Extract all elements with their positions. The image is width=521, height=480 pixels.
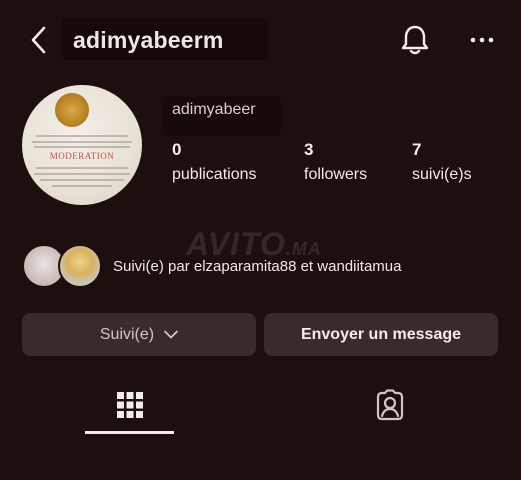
notifications-button[interactable] [397,22,433,58]
stat-publications: 0 publications [172,140,257,184]
watermark-suffix: .MA [285,239,322,259]
stat-label: followers [304,166,368,183]
profile-username: adimyabeerm [73,27,224,53]
followed-by-text[interactable]: Suivi(e) par elzaparamita88 et wandiitam… [113,258,401,275]
send-message-button[interactable]: Envoyer un message [264,313,498,356]
stat-following[interactable]: 7 suivi(e)s [412,140,472,184]
mutual-followers-avatars[interactable] [22,244,104,290]
certificate-title: MODERATION [49,151,115,161]
profile-display-name: adimyabeer [172,101,256,118]
certificate-line [52,185,112,187]
send-message-label: Envoyer un message [300,325,462,343]
certificate-line [40,179,124,181]
ellipsis-horizontal-icon [470,37,494,43]
bell-icon [401,25,429,55]
stat-value: 7 [412,140,422,159]
grid-icon [117,392,143,418]
stat-followers[interactable]: 3 followers [304,140,367,184]
chevron-down-icon [164,326,179,344]
tab-tagged[interactable] [360,384,420,426]
tagged-person-icon [376,389,404,421]
stat-value: 3 [304,140,314,159]
profile-avatar[interactable]: MODERATION [22,85,142,205]
certificate-seal [55,93,89,127]
watermark-main: AVITO [186,226,286,262]
active-tab-indicator [85,431,174,434]
tab-posts-grid[interactable] [100,384,160,426]
chevron-left-icon [31,26,46,54]
back-button[interactable] [24,22,54,58]
following-button[interactable]: Suivi(e) [22,313,256,356]
following-button-label: Suivi(e) [99,325,155,343]
stat-value: 0 [172,140,182,159]
more-options-button[interactable] [466,28,498,52]
certificate-line [36,167,128,169]
stat-label: suivi(e)s [412,166,472,183]
certificate-line [34,146,130,148]
certificate-line [32,141,132,143]
certificate-line [34,173,130,175]
stat-label: publications [172,166,257,183]
top-bar: adimyabeerm [0,0,521,84]
avatar [58,244,102,288]
certificate-line [36,135,128,137]
